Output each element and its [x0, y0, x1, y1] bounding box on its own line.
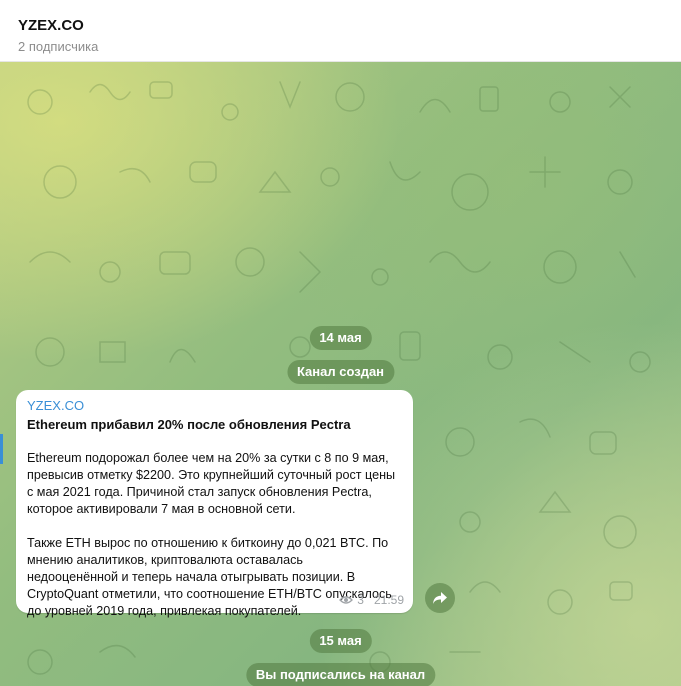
view-count: 3	[357, 593, 364, 607]
message-bubble[interactable]: YZEX.CO Ethereum прибавил 20% после обно…	[16, 390, 413, 618]
date-divider: 14 мая	[309, 326, 372, 350]
message-paragraph: Ethereum подорожал более чем на 20% за с…	[27, 451, 396, 516]
share-icon	[433, 592, 447, 604]
message-paragraph: Также ETH вырос по отношению к биткоину …	[27, 536, 392, 618]
channel-title[interactable]: YZEX.CO	[18, 17, 84, 34]
service-message-subscribed: Вы подписались на канал	[245, 663, 436, 686]
message-headline: Ethereum прибавил 20% после обновления P…	[27, 417, 351, 432]
chat-header[interactable]: YZEX.CO 2 подписчика	[0, 0, 681, 62]
message-meta: 3 21:59	[339, 593, 404, 607]
subscriber-count: 2 подписчика	[18, 39, 99, 54]
selection-accent	[0, 434, 3, 464]
date-divider: 15 мая	[309, 629, 372, 653]
message-author[interactable]: YZEX.CO	[27, 398, 403, 414]
message-time: 21:59	[373, 593, 404, 607]
eye-icon	[339, 596, 354, 604]
chat-area[interactable]: 14 мая Канал создан YZEX.CO Ethereum при…	[0, 62, 681, 686]
service-message-channel-created: Канал создан	[286, 360, 395, 384]
share-button[interactable]	[425, 583, 455, 613]
